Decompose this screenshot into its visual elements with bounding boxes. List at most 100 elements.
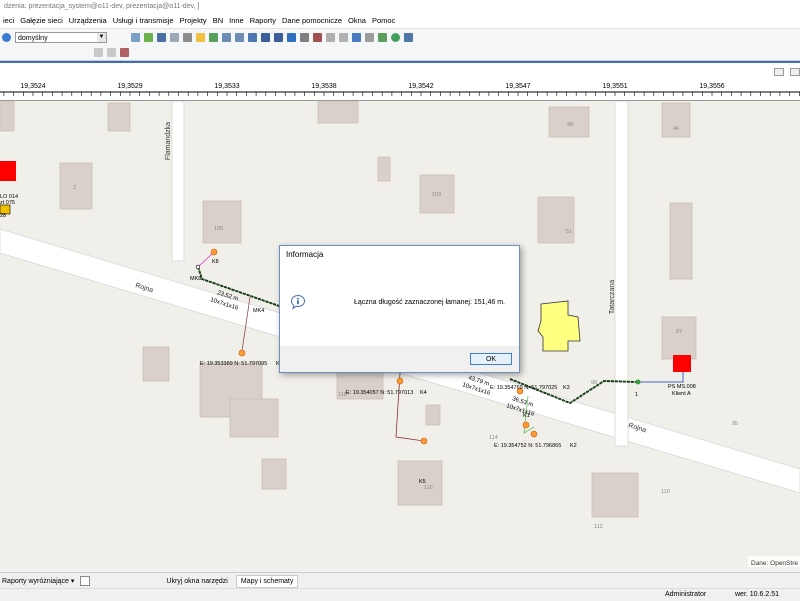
copy-icon[interactable] [170, 32, 179, 42]
node-k2[interactable] [530, 430, 538, 438]
chevron-down-icon: ▼ [97, 32, 106, 42]
edit-icon[interactable] [326, 32, 335, 42]
label-coord4: E: 19.354752 N: 51.796865 [494, 443, 561, 449]
building [202, 200, 242, 244]
house-number: 95 [732, 421, 738, 427]
chevron-down-icon: ▾ [70, 578, 75, 585]
dialog-message: Łączna długość zaznaczonej łamanej: 151,… [354, 299, 505, 306]
select-icon[interactable] [196, 32, 205, 42]
station-ps[interactable] [673, 355, 691, 372]
network-tool-icon[interactable] [120, 47, 129, 57]
style-combo[interactable]: domyślny ▼ [15, 31, 107, 43]
station-left[interactable] [0, 161, 16, 181]
label-coord1: E: 19.353389 N: 51.797095 [200, 361, 267, 367]
properties-icon[interactable] [352, 32, 361, 42]
node-k8[interactable] [210, 248, 218, 256]
building [0, 101, 15, 132]
minimize-button[interactable] [774, 68, 784, 76]
house-number: 103 [432, 192, 441, 198]
search-icon[interactable] [2, 32, 11, 42]
person-icon[interactable] [404, 32, 413, 42]
label-k8: K8 [212, 259, 219, 265]
zoom-in-icon[interactable] [222, 32, 231, 42]
building [661, 316, 697, 360]
ruler-label: 19,3529 [117, 83, 143, 90]
table-icon[interactable] [365, 32, 374, 42]
zoom-out-icon[interactable] [235, 32, 244, 42]
house-number: 105 [214, 226, 223, 232]
coordinate-ruler: 19,3524 19,3529 19,3533 19,3538 19,3542 … [0, 79, 800, 101]
status-bar: Administrator wer. 10.6.2.51 [0, 588, 800, 601]
menu-item-okna[interactable]: Okna [345, 16, 369, 25]
building [261, 458, 287, 490]
print-icon[interactable] [183, 32, 192, 42]
map-icon[interactable] [209, 32, 218, 42]
grid-icon[interactable] [157, 32, 166, 42]
globe-icon[interactable] [391, 32, 400, 42]
info-dialog: Informacja Łączna długość zaznaczonej ła… [279, 245, 520, 373]
status-user: Administrator [665, 591, 707, 598]
node-mk8[interactable] [195, 264, 201, 270]
layers-icon[interactable] [131, 32, 140, 42]
menu-item-sieci[interactable]: ieci [0, 16, 17, 25]
label-node-1: 1 [635, 392, 638, 398]
refresh-icon[interactable] [144, 32, 153, 42]
ruler-label: 19,3533 [214, 83, 240, 90]
label-mk8: MK8 [190, 276, 201, 282]
menu-item-uslugi[interactable]: Usługi i transmisje [110, 16, 177, 25]
pan-icon[interactable] [248, 32, 257, 42]
ruler-label: 19,3538 [311, 83, 337, 90]
building [229, 398, 279, 438]
street-flamandzka [171, 101, 185, 262]
fit-icon[interactable] [261, 32, 270, 42]
measure-icon[interactable] [287, 32, 296, 42]
node-k[interactable] [238, 349, 246, 357]
delete-icon[interactable] [339, 32, 348, 42]
info-tool-icon[interactable] [313, 32, 322, 42]
menu-item-pomoc[interactable]: Pomoc [369, 16, 398, 25]
dialog-body: Łączna długość zaznaczonej łamanej: 151,… [280, 264, 519, 346]
ok-button[interactable]: OK [470, 353, 512, 365]
house-number: 49 [567, 122, 573, 128]
ruler-label: 19,3524 [20, 83, 46, 90]
node-1[interactable] [635, 379, 641, 385]
network-icon[interactable] [378, 32, 387, 42]
tab-maps-schemes[interactable]: Mapy i schematy [235, 574, 299, 588]
bottom-bar: Raporty wyróżniające ▾ Ukryj okna narzęd… [0, 572, 800, 589]
building [377, 156, 391, 182]
restore-button[interactable] [790, 68, 800, 76]
ruler-icon[interactable] [300, 32, 309, 42]
street-tatarczana [614, 101, 629, 447]
reports-checkbox[interactable] [80, 576, 91, 586]
menu-item-inne[interactable]: Inne [226, 16, 247, 25]
node-k4[interactable] [396, 377, 404, 385]
menu-item-urzadzenia[interactable]: Urządzenia [66, 16, 110, 25]
menu-item-bn[interactable]: BN [210, 16, 226, 25]
building [107, 102, 131, 132]
ruler-label: 19,3547 [505, 83, 531, 90]
status-version: wer. 10.6.2.51 [735, 591, 779, 598]
house-number: 114 [489, 435, 498, 441]
menu-item-projekty[interactable]: Projekty [177, 16, 210, 25]
ruler-label: 19,3542 [408, 83, 434, 90]
reports-dropdown[interactable]: Raporty wyróżniające ▾ [0, 577, 74, 585]
building [317, 101, 359, 124]
node-k1[interactable] [522, 421, 530, 429]
draw-line-icon[interactable] [94, 47, 103, 57]
map-attribution: Dane: OpenStre [751, 560, 798, 567]
menu-item-raporty[interactable]: Raporty [247, 16, 279, 25]
menu-item-dane[interactable]: Dane pomocnicze [279, 16, 345, 25]
station-left-label: zt 075 [0, 200, 15, 206]
label-coord3: E: 19.354769 N: 51.797025 [490, 385, 557, 391]
draw-polyline-icon[interactable] [107, 47, 116, 57]
label-k3: K3 [563, 385, 570, 391]
menu-item-galezie[interactable]: Gałęzie sieci [17, 16, 66, 25]
building [591, 472, 639, 518]
ruler-label: 19,3556 [699, 83, 725, 90]
hide-tools-button[interactable]: Ukryj okna narzędzi [162, 576, 231, 587]
node-k5[interactable] [420, 437, 428, 445]
building [142, 346, 170, 382]
highlighted-building[interactable] [537, 300, 581, 352]
station-left-label: 28 [0, 213, 6, 219]
extent-icon[interactable] [274, 32, 283, 42]
